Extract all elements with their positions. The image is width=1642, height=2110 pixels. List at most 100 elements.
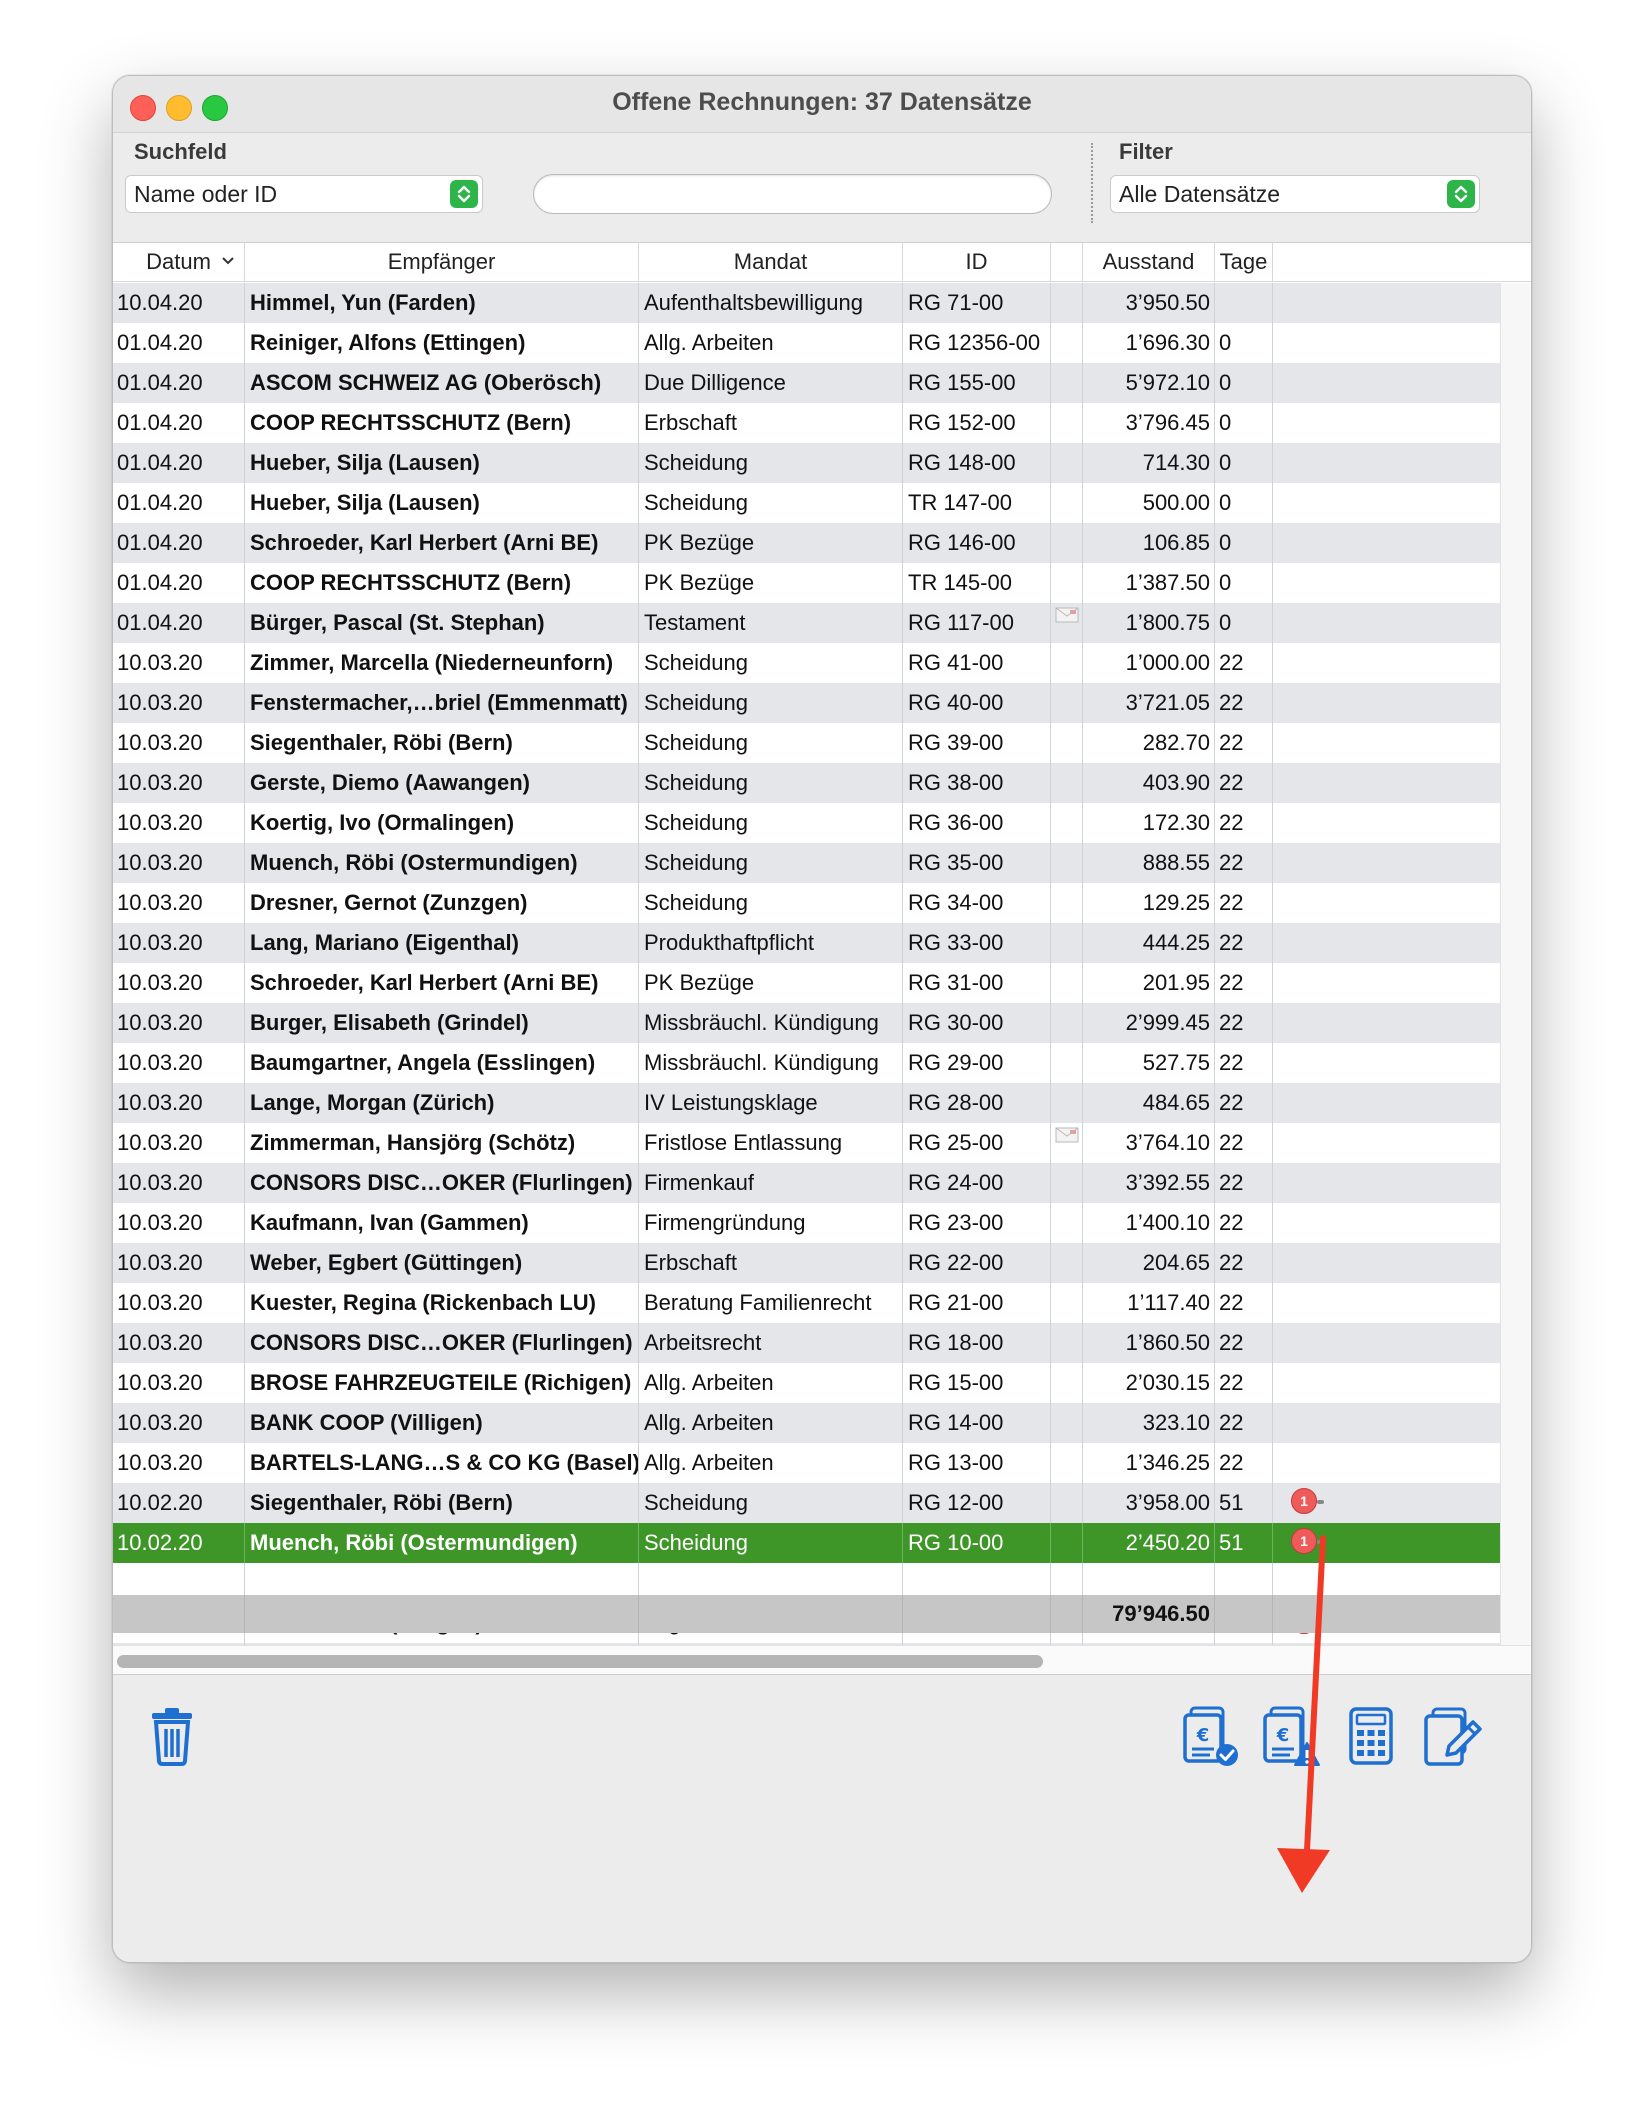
mark-paid-button[interactable]: € xyxy=(1183,1705,1243,1769)
cell-tage: 0 xyxy=(1215,363,1273,403)
table-row[interactable]: 10.03.20 BROSE FAHRZEUGTEILE (Richigen) Al… xyxy=(113,1363,1500,1403)
cell-datum: 10.03.20 xyxy=(113,763,245,803)
calculator-icon xyxy=(1349,1707,1393,1765)
send-reminder-button[interactable]: € xyxy=(1263,1705,1323,1769)
calculator-button[interactable] xyxy=(1345,1705,1405,1769)
cell-mandat: Scheidung xyxy=(639,723,903,763)
cell-ausstand: 3’950.50 xyxy=(1083,283,1215,323)
table-row[interactable]: 10.03.20 Zimmerman, Hansjörg (Schötz) Fris… xyxy=(113,1123,1500,1163)
cell-status xyxy=(1273,1163,1500,1203)
column-header-ausstand[interactable]: Ausstand xyxy=(1083,243,1215,281)
table-row[interactable]: 10.03.20 Schroeder, Karl Herbert (Arni BE… xyxy=(113,963,1500,1003)
table-row[interactable]: 10.03.20 Baumgartner, Angela (Esslingen) M… xyxy=(113,1043,1500,1083)
edit-document-icon xyxy=(1424,1707,1482,1766)
table-row[interactable]: 10.03.20 CONSORS DISC…OKER (Flurlingen) Fi… xyxy=(113,1163,1500,1203)
table-row-selected[interactable]: 10.02.20 Muench, Röbi (Ostermundigen) Sche… xyxy=(113,1523,1500,1563)
cell-datum: 10.03.20 xyxy=(113,643,245,683)
table-row[interactable]: 01.04.20 COOP RECHTSSCHUTZ (Bern) PK Bezüg… xyxy=(113,563,1500,603)
table-row[interactable]: 10.03.20 Dresner, Gernot (Zunzgen) Scheidu… xyxy=(113,883,1500,923)
table-row[interactable]: 10.03.20 CONSORS DISC…OKER (Flurlingen) Ar… xyxy=(113,1323,1500,1363)
table-row[interactable]: 10.03.20 Zimmer, Marcella (Niederneunforn… xyxy=(113,643,1500,683)
cell-empfaenger: Kuester, Regina (Rickenbach LU) xyxy=(245,1283,639,1323)
cell-tage: 22 xyxy=(1215,883,1273,923)
column-header-empfaenger[interactable]: Empfänger xyxy=(245,243,639,281)
table-row[interactable]: 01.04.20 Hueber, Silja (Lausen) Scheidung T… xyxy=(113,483,1500,523)
table-row[interactable]: 01.04.20 Reiniger, Alfons (Ettingen) Allg.… xyxy=(113,323,1500,363)
table-row[interactable]: 10.03.20 BARTELS-LANG…S & CO KG (Basel) Al… xyxy=(113,1443,1500,1483)
cell-attachment xyxy=(1051,603,1083,643)
cell-empfaenger: Fenstermacher,…briel (Emmenmatt) xyxy=(245,683,639,723)
table-row[interactable]: 10.02.20 Siegenthaler, Röbi (Bern) Scheidu… xyxy=(113,1483,1500,1523)
vertical-scrollbar[interactable] xyxy=(1500,283,1531,1675)
cell-datum: 10.03.20 xyxy=(113,1283,245,1323)
table-row[interactable]: 01.04.20 Schroeder, Karl Herbert (Arni BE… xyxy=(113,523,1500,563)
cell-mandat: Scheidung xyxy=(639,1483,903,1523)
table-row[interactable]: 10.03.20 Burger, Elisabeth (Grindel) Missb… xyxy=(113,1003,1500,1043)
column-header-attachment[interactable] xyxy=(1051,243,1083,281)
table-row[interactable]: 10.03.20 Siegenthaler, Röbi (Bern) Scheidu… xyxy=(113,723,1500,763)
table-row[interactable]: 10.03.20 Weber, Egbert (Güttingen) Erbscha… xyxy=(113,1243,1500,1283)
table-row[interactable]: 01.04.20 ASCOM SCHWEIZ AG (Oberösch) Due D… xyxy=(113,363,1500,403)
cell-empfaenger: Siegenthaler, Röbi (Bern) xyxy=(245,723,639,763)
cell-datum: 10.03.20 xyxy=(113,1363,245,1403)
cell-id: RG 36-00 xyxy=(903,803,1051,843)
cell-tage: 0 xyxy=(1215,603,1273,643)
cell-ausstand: 201.95 xyxy=(1083,963,1215,1003)
cell-id: RG 22-00 xyxy=(903,1243,1051,1283)
cell-id: RG 34-00 xyxy=(903,883,1051,923)
delete-button[interactable] xyxy=(145,1705,205,1769)
cell-tage: 22 xyxy=(1215,1323,1273,1363)
cell-ausstand: 2’030.15 xyxy=(1083,1363,1215,1403)
cell-empfaenger: Hueber, Silja (Lausen) xyxy=(245,443,639,483)
cell-mandat: Missbräuchl. Kündigung xyxy=(639,1003,903,1043)
column-header-datum[interactable]: Datum xyxy=(113,243,245,281)
table-row[interactable]: 10.03.20 Koertig, Ivo (Ormalingen) Scheidu… xyxy=(113,803,1500,843)
horizontal-scrollbar[interactable] xyxy=(113,1645,1531,1676)
cell-mandat: Erbschaft xyxy=(639,1243,903,1283)
cell-attachment xyxy=(1051,963,1083,1003)
total-cell-empty xyxy=(903,1595,1051,1633)
table-row[interactable]: 10.04.20 Himmel, Yun (Farden) Aufenthaltsb… xyxy=(113,283,1500,323)
horizontal-scrollbar-thumb[interactable] xyxy=(117,1655,1043,1668)
cell-status xyxy=(1273,763,1500,803)
table-row[interactable]: 01.04.20 COOP RECHTSSCHUTZ (Bern) Erbschaf… xyxy=(113,403,1500,443)
cell-tage: 22 xyxy=(1215,963,1273,1003)
cell-status xyxy=(1273,283,1500,323)
column-header-tage[interactable]: Tage xyxy=(1215,243,1273,281)
cell-datum: 10.03.20 xyxy=(113,723,245,763)
total-cell-empty xyxy=(113,1595,245,1633)
table-row[interactable]: 10.03.20 Fenstermacher,…briel (Emmenmatt)… xyxy=(113,683,1500,723)
edit-button[interactable] xyxy=(1423,1705,1483,1769)
table-row[interactable]: 10.03.20 Muench, Röbi (Ostermundigen) Sche… xyxy=(113,843,1500,883)
cell-id: RG 24-00 xyxy=(903,1163,1051,1203)
column-header-id[interactable]: ID xyxy=(903,243,1051,281)
table-row[interactable]: 10.03.20 Lang, Mariano (Eigenthal) Produkt… xyxy=(113,923,1500,963)
reminder-level-badge[interactable]: 1 xyxy=(1291,1528,1324,1554)
cell-mandat: IV Leistungsklage xyxy=(639,1083,903,1123)
table-row[interactable]: 10.03.20 Kaufmann, Ivan (Gammen) Firmengrü… xyxy=(113,1203,1500,1243)
search-field-select[interactable]: Name oder ID xyxy=(125,175,483,213)
filter-select[interactable]: Alle Datensätze xyxy=(1110,175,1480,213)
cell-attachment xyxy=(1051,1363,1083,1403)
search-input[interactable] xyxy=(533,174,1052,214)
table-row[interactable]: 01.04.20 Hueber, Silja (Lausen) Scheidung R… xyxy=(113,443,1500,483)
reminder-level-badge[interactable]: 1 xyxy=(1291,1488,1324,1514)
cell-mandat: Scheidung xyxy=(639,443,903,483)
table-row[interactable]: 10.03.20 Kuester, Regina (Rickenbach LU) B… xyxy=(113,1283,1500,1323)
cell-status xyxy=(1273,643,1500,683)
invoice-table: Datum Empfänger Mandat ID Ausstand Tage … xyxy=(113,242,1531,1763)
cell-mandat: Allg. Arbeiten xyxy=(639,1403,903,1443)
column-header-mandat[interactable]: Mandat xyxy=(639,243,903,281)
invoice-paid-icon: € xyxy=(1183,1706,1238,1766)
cell-id: RG 155-00 xyxy=(903,363,1051,403)
table-row[interactable]: 10.03.20 Lange, Morgan (Zürich) IV Leistun… xyxy=(113,1083,1500,1123)
cell-id: RG 21-00 xyxy=(903,1283,1051,1323)
cell-mandat: Erbschaft xyxy=(639,403,903,443)
cell-tage: 22 xyxy=(1215,1123,1273,1163)
table-row[interactable]: 01.04.20 Bürger, Pascal (St. Stephan) Test… xyxy=(113,603,1500,643)
table-row[interactable]: 10.03.20 Gerste, Diemo (Aawangen) Scheidun… xyxy=(113,763,1500,803)
popup-arrows-icon xyxy=(450,180,478,208)
cell-status xyxy=(1273,1323,1500,1363)
cell-mandat: PK Bezüge xyxy=(639,963,903,1003)
table-row[interactable]: 10.03.20 BANK COOP (Villigen) Allg. Arbeit… xyxy=(113,1403,1500,1443)
